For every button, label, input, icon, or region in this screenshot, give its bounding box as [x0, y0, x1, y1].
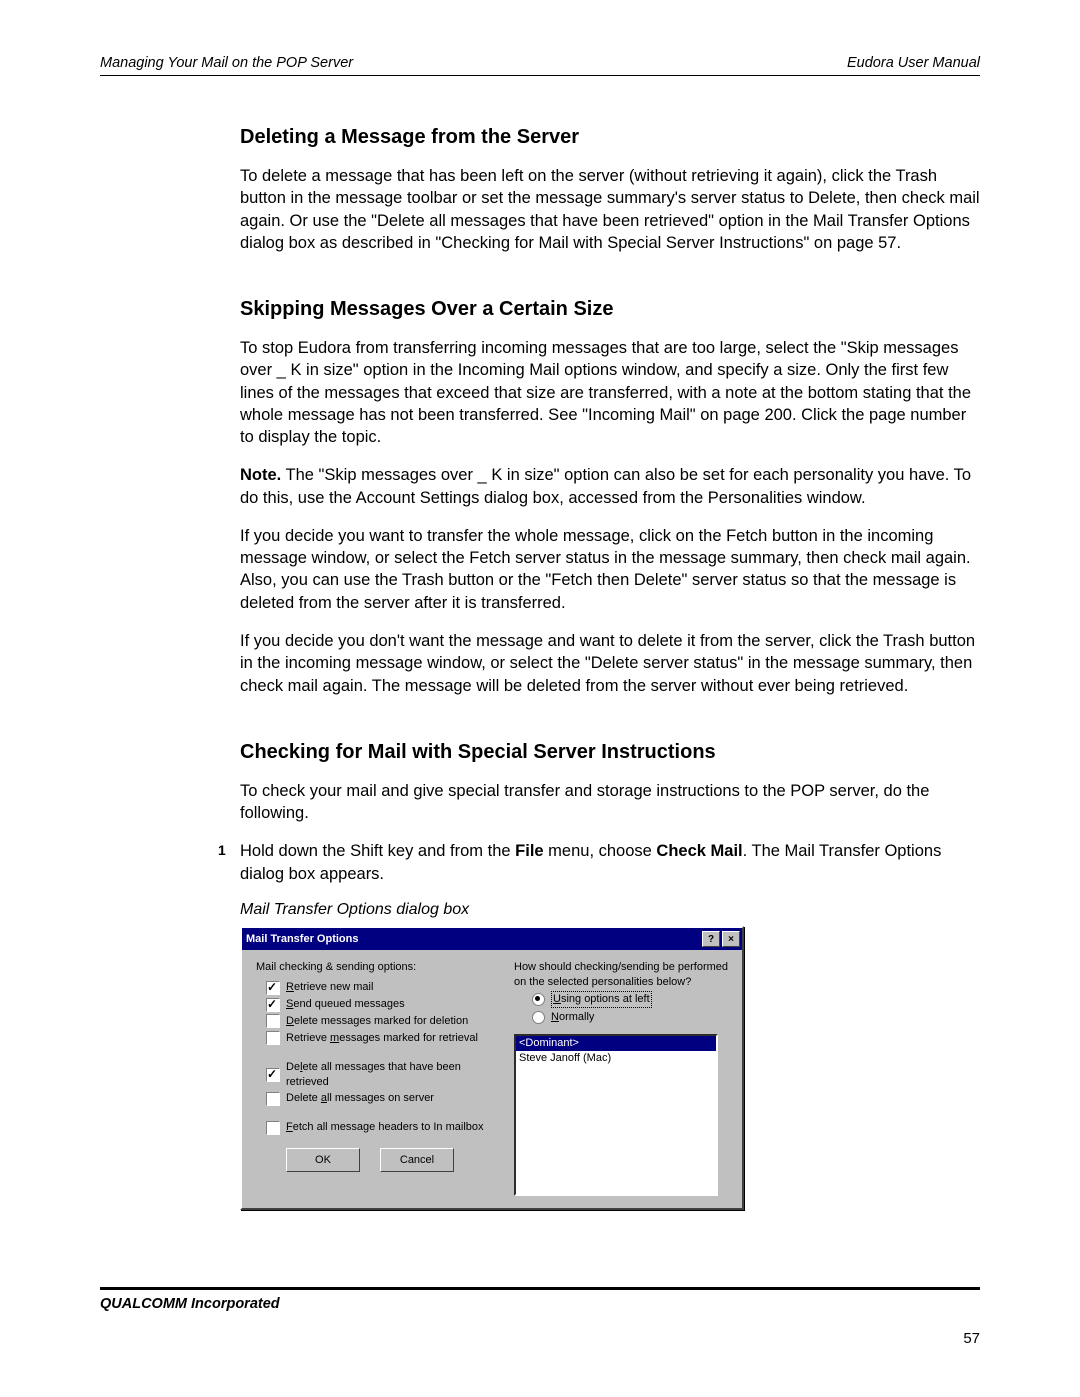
- radio-using-options[interactable]: Using options at left: [514, 990, 732, 1009]
- checkbox-icon: [266, 1014, 280, 1028]
- header-right: Eudora User Manual: [847, 55, 980, 71]
- checkbox-retrieve-marked[interactable]: Retrieve messages marked for retrieval: [256, 1030, 496, 1047]
- running-header: Managing Your Mail on the POP Server Eud…: [100, 55, 980, 76]
- cancel-button[interactable]: Cancel: [380, 1148, 454, 1172]
- list-item[interactable]: <Dominant>: [516, 1036, 716, 1051]
- personalities-list[interactable]: <Dominant> Steve Janoff (Mac): [514, 1034, 718, 1196]
- checkbox-icon: [266, 998, 280, 1012]
- dialog-titlebar[interactable]: Mail Transfer Options ? ×: [242, 928, 742, 950]
- checkbox-fetch-headers[interactable]: Fetch all message headers to In mailbox: [256, 1119, 496, 1136]
- step1-mid: menu, choose: [544, 842, 657, 860]
- checkbox-retrieve-new-mail[interactable]: Retrieve new mail: [256, 979, 496, 996]
- ok-button[interactable]: OK: [286, 1148, 360, 1172]
- step1-bold2: Check Mail: [656, 842, 742, 860]
- radio-icon: [532, 993, 545, 1006]
- chk-label: etrieve new mail: [294, 981, 373, 993]
- checkbox-icon: [266, 981, 280, 995]
- heading-skipping: Skipping Messages Over a Certain Size: [240, 296, 980, 323]
- note-label: Note.: [240, 466, 281, 484]
- list-item[interactable]: Steve Janoff (Mac): [516, 1051, 716, 1066]
- checkbox-icon: [266, 1031, 280, 1045]
- note-body: The "Skip messages over _ K in size" opt…: [240, 466, 971, 506]
- heading-deleting: Deleting a Message from the Server: [240, 124, 980, 151]
- header-left: Managing Your Mail on the POP Server: [100, 55, 353, 71]
- checkbox-send-queued[interactable]: Send queued messages: [256, 996, 496, 1013]
- page-number: 57: [100, 1330, 980, 1347]
- checkbox-icon: [266, 1068, 280, 1082]
- heading-checking: Checking for Mail with Special Server In…: [240, 739, 980, 766]
- radio-normally[interactable]: Normally: [514, 1009, 732, 1026]
- step1-pre: Hold down the Shift key and from the: [240, 842, 515, 860]
- mail-transfer-options-dialog: Mail Transfer Options ? × Mail checking …: [240, 926, 744, 1209]
- step-1: 1 Hold down the Shift key and from the F…: [240, 840, 980, 885]
- checkbox-icon: [266, 1092, 280, 1106]
- step1-bold1: File: [515, 842, 543, 860]
- radio-icon: [532, 1011, 545, 1024]
- dialog-caption: Mail Transfer Options dialog box: [240, 899, 980, 921]
- step-number: 1: [218, 841, 226, 860]
- checkbox-delete-all[interactable]: Delete all messages on server: [256, 1090, 496, 1107]
- help-button[interactable]: ?: [702, 931, 720, 947]
- para-s2-p1: To stop Eudora from transferring incomin…: [240, 337, 980, 448]
- para-s3-intro: To check your mail and give special tran…: [240, 780, 980, 825]
- para-s2-p4: If you decide you don't want the message…: [240, 630, 980, 697]
- para-s1-p1: To delete a message that has been left o…: [240, 165, 980, 254]
- checkbox-delete-retrieved[interactable]: Delete all messages that have been retri…: [256, 1059, 496, 1091]
- footer-company: QUALCOMM Incorporated: [100, 1296, 280, 1312]
- checkbox-delete-marked[interactable]: Delete messages marked for deletion: [256, 1013, 496, 1030]
- checkbox-icon: [266, 1121, 280, 1135]
- right-label-1: How should checking/sending be performed: [514, 960, 732, 975]
- para-s2-note: Note. The "Skip messages over _ K in siz…: [240, 464, 980, 509]
- close-button[interactable]: ×: [722, 931, 740, 947]
- dialog-title: Mail Transfer Options: [246, 932, 358, 947]
- para-s2-p3: If you decide you want to transfer the w…: [240, 525, 980, 614]
- page-footer: QUALCOMM Incorporated 57: [100, 1287, 980, 1347]
- page-content: Deleting a Message from the Server To de…: [240, 124, 980, 1210]
- left-group-label: Mail checking & sending options:: [256, 960, 496, 975]
- right-label-2: on the selected personalities below?: [514, 975, 732, 990]
